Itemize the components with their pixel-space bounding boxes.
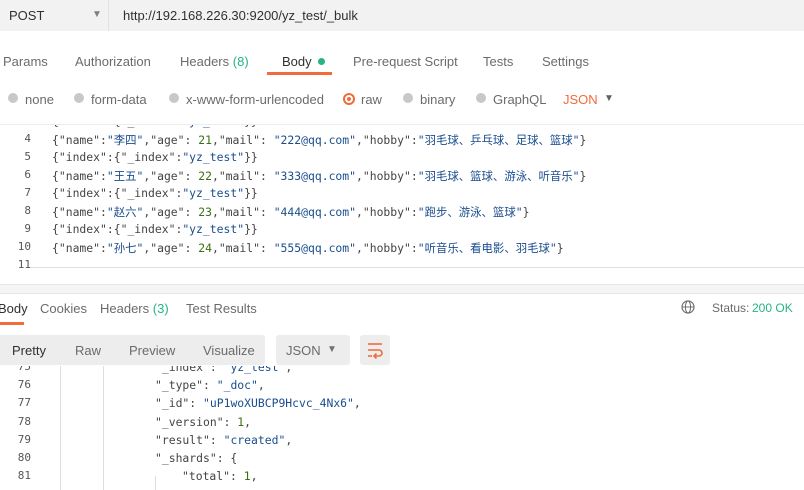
url-input[interactable]: http://192.168.226.30:9200/yz_test/_bulk: [109, 0, 804, 31]
radio-none[interactable]: [8, 93, 18, 103]
line-number: 4: [24, 132, 31, 145]
code-line: "_type": "_doc",: [155, 378, 265, 393]
chevron-down-icon: ▼: [327, 344, 337, 355]
line-number: 80: [17, 451, 31, 464]
line-number: 5: [24, 150, 31, 163]
wrap-lines-button[interactable]: [360, 335, 390, 365]
wrap-lines-icon: [368, 343, 383, 360]
tab-body-label: Body: [282, 54, 312, 69]
radio-form-data-label: form-data: [91, 92, 147, 107]
radio-raw-label: raw: [361, 92, 382, 107]
radio-graphql[interactable]: [476, 93, 486, 103]
line-number: 76: [17, 378, 31, 392]
tab-headers[interactable]: Headers (8): [180, 54, 249, 69]
active-tab-indicator: [267, 72, 332, 75]
radio-binary-label: binary: [420, 92, 456, 107]
view-preview-button[interactable]: Preview: [129, 343, 175, 358]
radio-binary[interactable]: [403, 93, 413, 103]
code-line: {"index":{"_index":"yz_test"}}: [52, 150, 258, 164]
url-bar: POST ▼ http://192.168.226.30:9200/yz_tes…: [0, 0, 804, 32]
indent-guide: [155, 476, 156, 490]
chevron-down-icon: ▼: [92, 9, 102, 20]
tab-body[interactable]: Body: [282, 54, 325, 69]
line-number: 7: [24, 186, 31, 199]
radio-none-label: none: [25, 92, 54, 107]
line-number: 79: [17, 432, 31, 446]
line-number: 78: [17, 414, 31, 428]
radio-raw[interactable]: [343, 93, 355, 105]
radio-urlencoded[interactable]: [169, 93, 179, 103]
code-line: {"name":"王五","age": 22,"mail": "333@qq.c…: [52, 169, 587, 183]
tab-authorization[interactable]: Authorization: [75, 54, 151, 69]
response-tab-test-results[interactable]: Test Results: [186, 301, 257, 316]
view-visualize-button[interactable]: Visualize: [203, 343, 255, 358]
response-tab-cookies[interactable]: Cookies: [40, 301, 87, 316]
response-tab-headers-label: Headers: [100, 301, 150, 316]
tab-headers-count: (8): [232, 54, 249, 69]
method-label: POST: [9, 8, 45, 23]
tab-settings[interactable]: Settings: [542, 54, 589, 69]
radio-graphql-label: GraphQL: [493, 92, 547, 107]
tab-headers-label: Headers: [180, 54, 230, 69]
code-line: "_id": "uP1woXUBCP9Hcvc_4Nx6",: [155, 396, 361, 411]
request-tabs: Params Authorization Headers (8) Body Pr…: [0, 44, 804, 76]
response-format-select[interactable]: JSON ▼: [276, 335, 350, 365]
modified-dot-icon: [317, 58, 325, 65]
tab-params[interactable]: Params: [3, 54, 48, 69]
tab-tests[interactable]: Tests: [483, 54, 513, 69]
url-text: http://192.168.226.30:9200/yz_test/_bulk: [123, 8, 358, 23]
line-number: 75: [17, 366, 31, 373]
code-line: {"name":"孙七","age": 24,"mail": "555@qq.c…: [52, 241, 564, 255]
code-line: {"index":{"_index":"yz_test"}}: [52, 125, 258, 128]
view-pretty-button[interactable]: Pretty: [12, 343, 46, 358]
request-body-editor[interactable]: 3 {"index":{"_index":"yz_test"}} 4 {"name":…: [0, 124, 804, 285]
method-select[interactable]: POST ▼: [0, 0, 109, 31]
code-line: "_version": 1,: [155, 414, 252, 429]
chevron-down-icon[interactable]: ▼: [604, 93, 614, 104]
response-tab-body[interactable]: Body: [0, 301, 28, 316]
response-view-group: Pretty Raw Preview Visualize: [0, 335, 265, 365]
response-tab-headers[interactable]: Headers (3): [100, 301, 169, 316]
line-number: 81: [17, 469, 31, 483]
code-line: "result": "created",: [155, 432, 293, 447]
globe-icon[interactable]: [681, 300, 695, 314]
indent-guide: [103, 366, 104, 490]
code-line: "_index": "yz_test",: [155, 366, 293, 374]
response-body-viewer[interactable]: 75 "_index": "yz_test", 76 "_type": "_doc",…: [0, 366, 804, 490]
line-number: 11: [17, 258, 31, 271]
tab-pre-request-script[interactable]: Pre-request Script: [353, 54, 458, 69]
line-number: 77: [17, 396, 31, 410]
line-number: 6: [24, 168, 31, 181]
status-value: 200 OK: [752, 301, 793, 315]
indent-guide: [60, 366, 61, 490]
pane-splitter[interactable]: [0, 284, 804, 294]
view-raw-button[interactable]: Raw: [75, 343, 101, 358]
line-number: 10: [17, 240, 31, 253]
code-line: {"name":"赵六","age": 23,"mail": "444@qq.c…: [52, 205, 530, 219]
code-line: {"index":{"_index":"yz_test"}}: [52, 222, 258, 236]
line-number: 8: [24, 204, 31, 217]
body-format-select[interactable]: JSON: [563, 92, 598, 107]
code-line: {"index":{"_index":"yz_test"}}: [52, 186, 258, 200]
code-line: {"name":"李四","age": 21,"mail": "222@qq.c…: [52, 133, 587, 147]
line-number: 3: [0, 125, 31, 127]
radio-form-data[interactable]: [74, 93, 84, 103]
active-line-highlight: [31, 267, 804, 285]
status-label: Status:: [712, 301, 750, 315]
response-tab-headers-count: (3): [152, 301, 169, 316]
code-line: "_shards": {: [155, 451, 238, 465]
radio-urlencoded-label: x-www-form-urlencoded: [186, 92, 324, 107]
active-response-tab-indicator: [0, 322, 24, 325]
line-number: 9: [24, 222, 31, 235]
response-format-label: JSON: [286, 343, 321, 358]
code-line: "total": 1,: [182, 469, 258, 484]
